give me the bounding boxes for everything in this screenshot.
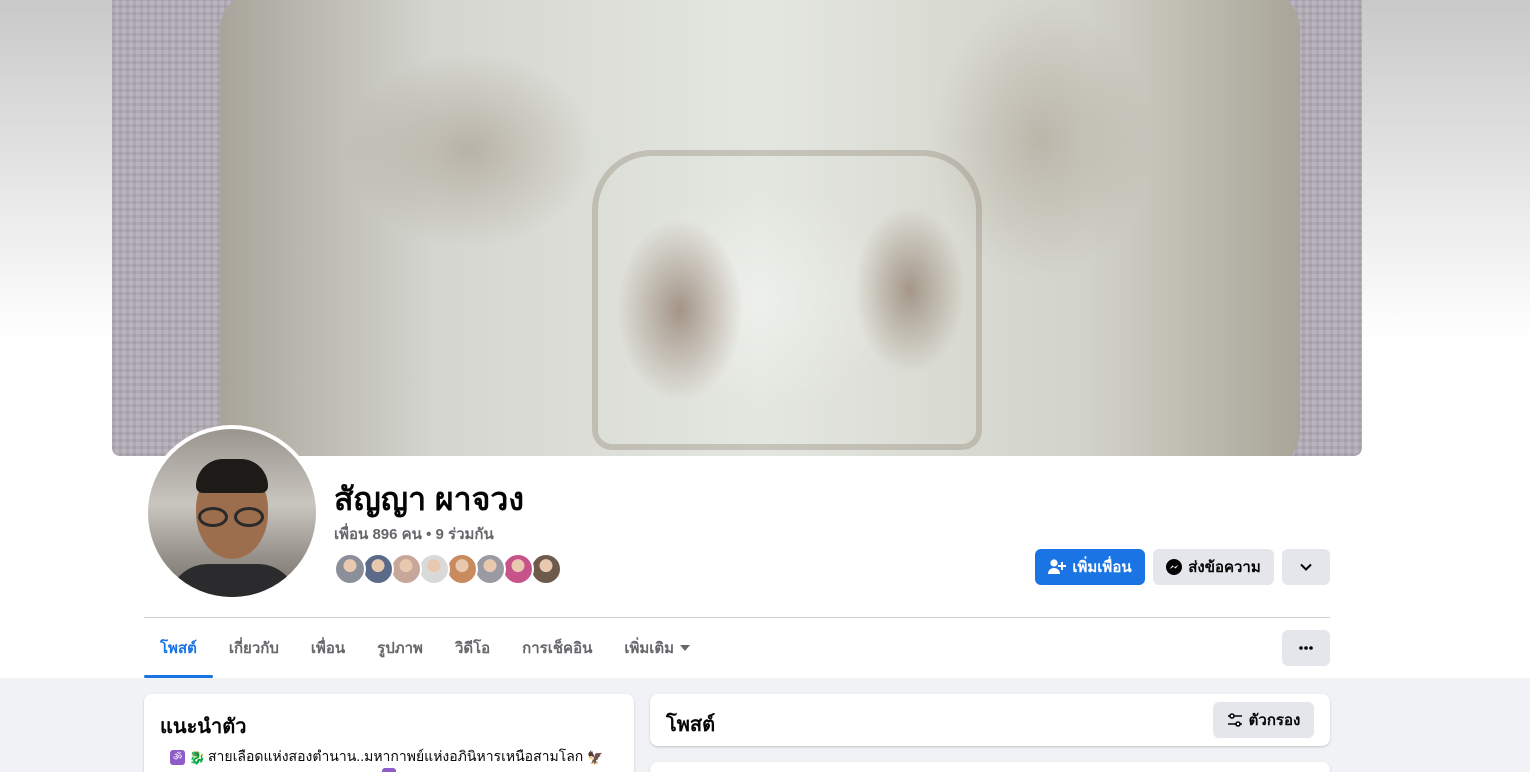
add-friend-label: เพิ่มเพื่อน: [1072, 559, 1132, 576]
friends-count-link[interactable]: เพื่อน 896 คน • 9 ร่วมกัน: [334, 522, 494, 546]
post-composer-card: [650, 762, 1330, 772]
bio-text: สายเลือดแห่งสองตำนาน..มหากาพย์แห่งอภินิห…: [208, 748, 584, 764]
mutual-friend-avatar[interactable]: [418, 553, 450, 585]
more-actions-button[interactable]: [1282, 549, 1330, 585]
send-message-button[interactable]: ส่งข้อความ: [1153, 549, 1274, 585]
tab-about[interactable]: เกี่ยวกับ: [213, 618, 295, 678]
caret-down-icon: [680, 645, 691, 651]
send-message-label: ส่งข้อความ: [1188, 559, 1261, 576]
avatar-shirt: [168, 564, 298, 597]
glasses-lens-left: [198, 507, 228, 527]
tab-label: เกี่ยวกับ: [228, 640, 279, 657]
mutual-friend-avatar[interactable]: [362, 553, 394, 585]
bio-second-line-emoji-icon: [382, 768, 396, 772]
glasses-lens-right: [234, 507, 264, 527]
mutual-friend-avatar[interactable]: [334, 553, 366, 585]
avatar-hair: [196, 459, 268, 493]
messenger-icon: [1166, 559, 1183, 575]
filter-sliders-icon: [1227, 713, 1243, 727]
mutual-friend-avatar[interactable]: [502, 553, 534, 585]
tab-label: วิดีโอ: [454, 640, 491, 657]
tab-more[interactable]: เพิ่มเติม: [608, 618, 706, 678]
profile-options-button[interactable]: [1282, 630, 1330, 666]
filter-button[interactable]: ตัวกรอง: [1213, 702, 1314, 738]
tab-posts[interactable]: โพสต์: [144, 618, 213, 678]
profile-tabs: โพสต์ เกี่ยวกับ เพื่อน รูปภาพ วิดีโอ การ…: [144, 618, 706, 678]
avatar-glasses: [198, 507, 266, 529]
mutual-friend-avatar[interactable]: [390, 553, 422, 585]
om-emoji-icon: ॐ: [170, 749, 185, 765]
tab-label: เพิ่มเติม: [624, 640, 675, 657]
more-horizontal-icon: [1299, 646, 1313, 650]
add-friend-icon: [1048, 559, 1067, 575]
mutual-friend-avatar[interactable]: [474, 553, 506, 585]
profile-name: สัญญา ผาจวง: [334, 481, 524, 517]
tab-label: รูปภาพ: [377, 640, 423, 657]
tab-label: การเช็คอิน: [522, 640, 593, 657]
mutual-friends-avatars[interactable]: [334, 553, 562, 585]
mutual-friend-avatar[interactable]: [530, 553, 562, 585]
intro-card: แนะนำตัว ॐ 🐉 สายเลือดแห่งสองตำนาน..มหากา…: [144, 694, 634, 772]
cover-photo[interactable]: [112, 0, 1362, 456]
profile-avatar[interactable]: [144, 425, 320, 601]
tab-friends[interactable]: เพื่อน: [295, 618, 361, 678]
eagle-emoji-icon: 🦅: [587, 749, 604, 765]
intro-bio: ॐ 🐉 สายเลือดแห่งสองตำนาน..มหากาพย์แห่งอภ…: [170, 746, 604, 768]
dragon-emoji-icon: 🐉: [189, 749, 206, 765]
cover-carving: [592, 150, 982, 450]
intro-title: แนะนำตัว: [160, 716, 247, 738]
mutual-friend-avatar[interactable]: [446, 553, 478, 585]
posts-header-card: โพสต์ ตัวกรอง: [650, 694, 1330, 746]
tab-checkins[interactable]: การเช็คอิน: [506, 618, 608, 678]
chevron-down-icon: [1300, 563, 1312, 571]
tab-label: เพื่อน: [310, 640, 346, 657]
tab-label: โพสต์: [160, 640, 197, 657]
add-friend-button[interactable]: เพิ่มเพื่อน: [1035, 549, 1145, 585]
posts-title: โพสต์: [666, 714, 716, 736]
filter-label: ตัวกรอง: [1248, 712, 1301, 729]
tab-videos[interactable]: วิดีโอ: [439, 618, 506, 678]
tab-photos[interactable]: รูปภาพ: [361, 618, 439, 678]
avatar-photo: [148, 429, 316, 597]
